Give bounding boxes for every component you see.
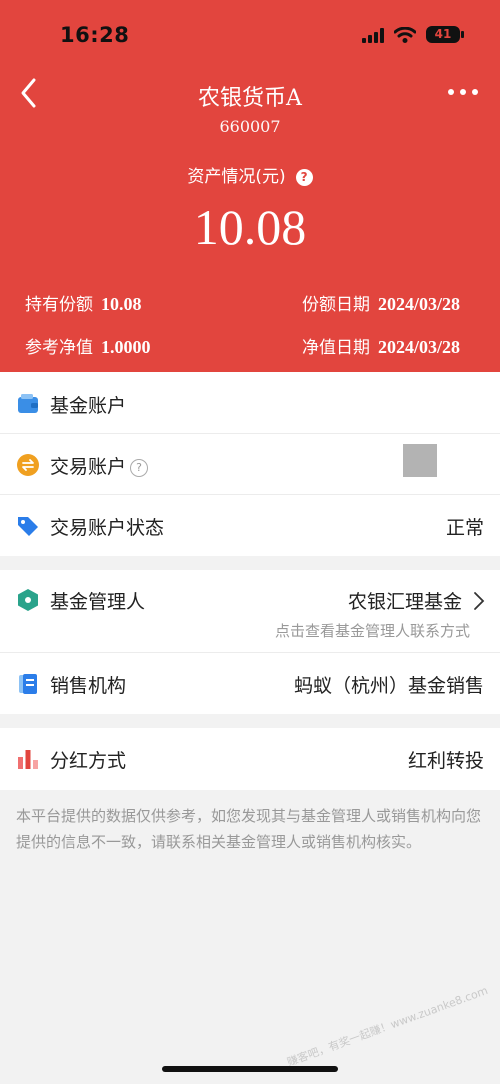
trade-status-row: 交易账户状态 正常 — [0, 496, 500, 556]
dividend-value: 红利转投 — [407, 750, 484, 772]
asset-label-text: 资产情况(元) — [187, 167, 286, 187]
wallet-icon — [18, 394, 38, 413]
sales-agency-row: 销售机构 蚂蚁（杭州）基金销售 — [0, 654, 500, 714]
shares-label: 持有份额 — [25, 295, 93, 315]
dividend-label: 分红方式 — [50, 750, 127, 772]
nav-value: 1.0000 — [101, 337, 151, 357]
dividend-card: 分红方式 红利转投 — [0, 728, 500, 790]
fund-account-row[interactable]: 基金账户 — [0, 374, 500, 434]
sales-agency-label: 销售机构 — [50, 675, 127, 697]
fund-name: 农银货币A — [198, 86, 302, 111]
document-icon — [19, 674, 37, 694]
share-date-label: 份额日期 — [301, 295, 370, 315]
masked-account-number — [403, 444, 437, 477]
manager-contact-hint[interactable]: 点击查看基金管理人联系方式 — [275, 620, 470, 641]
chevron-right-icon — [474, 592, 485, 610]
trade-status-value: 正常 — [445, 517, 484, 539]
nav-label: 参考净值 — [25, 338, 93, 358]
help-icon[interactable]: ? — [295, 169, 313, 186]
divider — [0, 494, 500, 495]
tag-icon — [18, 517, 38, 536]
nav-date-label: 净值日期 — [301, 338, 370, 358]
fund-code: 660007 — [219, 117, 281, 136]
trade-status-label: 交易账户状态 — [50, 517, 165, 539]
watermark: 赚客吧，有奖一起赚！www.zuanke8.com — [285, 983, 490, 1069]
exchange-icon — [17, 454, 39, 476]
fund-manager-label: 基金管理人 — [50, 591, 146, 613]
organization-card: 基金管理人 农银汇理基金 销售机构 蚂蚁（杭州）基金销售 — [0, 570, 500, 714]
fund-account-label: 基金账户 — [50, 395, 127, 417]
asset-label: 资产情况(元)? — [0, 162, 500, 187]
signal-icon — [362, 27, 384, 43]
divider — [0, 652, 500, 653]
nav-date-stat: 净值日期 2024/03/28 — [302, 333, 460, 358]
trade-account-label: 交易账户? — [50, 452, 149, 479]
nav-date-value: 2024/03/28 — [377, 337, 460, 357]
status-time: 16:28 — [60, 23, 130, 47]
manager-icon — [18, 589, 38, 611]
fund-header: 16:28 41 农银货币A 660007 资产情况(元)? 10.08 持有份… — [0, 0, 500, 372]
fund-manager-value: 农银汇理基金 — [347, 591, 462, 613]
sales-agency-value: 蚂蚁（杭州）基金销售 — [293, 675, 484, 697]
share-date-stat: 份额日期 2024/03/28 — [302, 290, 460, 315]
share-date-value: 2024/03/28 — [377, 294, 460, 314]
status-icons: 41 — [362, 26, 464, 43]
disclaimer-text: 本平台提供的数据仅供参考，如您发现其与基金管理人或销售机构向您提供的信息不一致，… — [16, 807, 482, 851]
shares-value: 10.08 — [101, 294, 142, 314]
nav-stat: 参考净值 1.0000 — [25, 333, 151, 358]
help-icon[interactable]: ? — [130, 459, 149, 477]
trade-account-text: 交易账户 — [50, 456, 127, 478]
dividend-row: 分红方式 红利转投 — [0, 729, 500, 789]
shares-stat: 持有份额 10.08 — [25, 290, 142, 315]
asset-value: 10.08 — [193, 199, 307, 255]
battery-icon: 41 — [426, 26, 464, 43]
home-indicator — [162, 1066, 338, 1072]
bar-chart-icon — [18, 750, 38, 769]
divider — [0, 433, 500, 434]
wifi-icon — [394, 26, 416, 43]
